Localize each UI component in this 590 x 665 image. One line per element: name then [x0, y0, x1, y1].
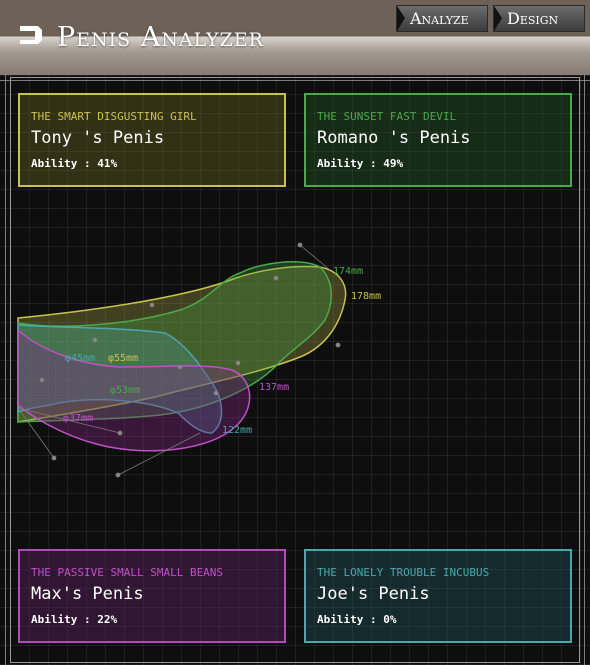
label-yellow-diameter: φ55mm: [108, 353, 138, 364]
card-title: Tony 's Penis: [31, 128, 165, 148]
label-magenta-diameter: φ37mm: [63, 413, 93, 424]
card-subtitle: The passive small small beans: [31, 566, 224, 579]
label-green-diameter: φ53mm: [110, 385, 140, 396]
profile-card-max[interactable]: The passive small small beans Max's Peni…: [18, 549, 286, 643]
card-ability: Ability : 41%: [31, 157, 118, 170]
card-subtitle: The lonely trouble incubus: [317, 566, 490, 579]
card-title: Max's Penis: [31, 584, 144, 604]
tab-design[interactable]: Design: [493, 5, 585, 32]
profile-card-romano[interactable]: The sunset fast devil Romano 's Penis Ab…: [304, 93, 572, 187]
card-title: Joe's Penis: [317, 584, 430, 604]
profile-card-joe[interactable]: The lonely trouble incubus Joe's Penis A…: [304, 549, 572, 643]
label-cyan-diameter: φ45mm: [65, 353, 95, 364]
app-header: Penis Analyzer Analyze Design: [0, 0, 590, 75]
card-ability: Ability : 0%: [317, 613, 397, 626]
label-yellow-length: 178mm: [351, 291, 381, 302]
tab-analyze-label: Analyze: [410, 9, 469, 28]
label-magenta-length: 137mm: [259, 382, 289, 393]
profile-card-tony[interactable]: The smart disgusting girl Tony 's Penis …: [18, 93, 286, 187]
tab-design-label: Design: [507, 9, 559, 28]
card-ability: Ability : 49%: [317, 157, 404, 170]
label-green-length: 174mm: [333, 266, 363, 277]
card-subtitle: The sunset fast devil: [317, 110, 457, 123]
arrow-logo-icon: [20, 26, 42, 44]
arrow-tab-icon: [494, 6, 502, 31]
card-title: Romano 's Penis: [317, 128, 471, 148]
label-cyan-length: 122mm: [222, 425, 252, 436]
tab-analyze[interactable]: Analyze: [396, 5, 488, 32]
card-ability: Ability : 22%: [31, 613, 118, 626]
app-title: Penis Analyzer: [57, 22, 264, 53]
analyzer-stage: 174mm 178mm 137mm 122mm φ45mm φ55mm φ53m…: [0, 75, 590, 665]
arrow-tab-icon: [397, 6, 405, 31]
card-subtitle: The smart disgusting girl: [31, 110, 197, 123]
